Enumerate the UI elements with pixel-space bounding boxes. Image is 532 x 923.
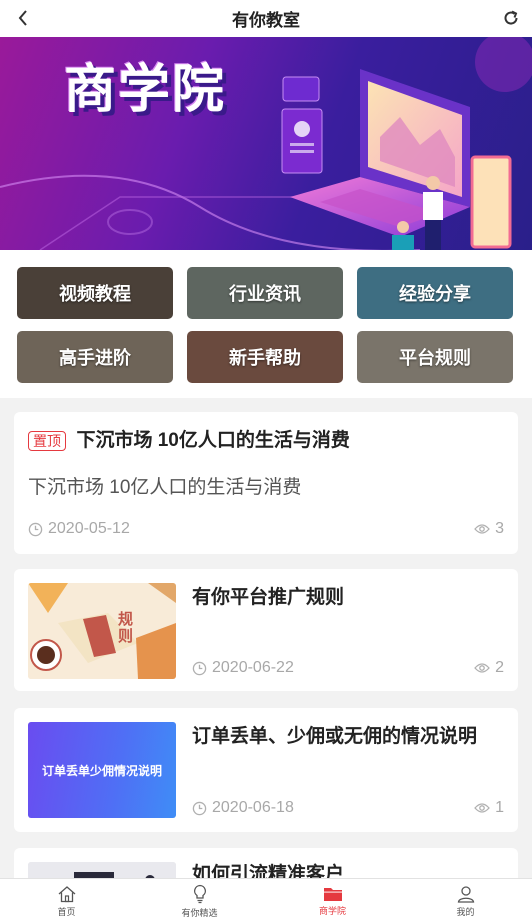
tab-business-school[interactable]: 商学院	[266, 879, 399, 923]
pinned-badge: 置顶	[28, 430, 66, 451]
eye-icon	[474, 524, 490, 534]
category-experience-sharing[interactable]: 经验分享	[357, 267, 513, 319]
article-summary: 下沉市场 10亿人口的生活与消费	[28, 477, 302, 498]
views-text: 1	[495, 799, 504, 816]
views-text: 2	[495, 659, 504, 676]
lightbulb-icon	[193, 884, 206, 903]
category-advanced[interactable]: 高手进阶	[17, 331, 173, 383]
article-title: 下沉市场 10亿人口的生活与消费	[76, 430, 350, 451]
views-text: 3	[495, 520, 504, 537]
article-thumbnail: 订单丢单少佣情况说明	[28, 722, 176, 818]
article-title: 订单丢单、少佣或无佣的情况说明	[192, 726, 478, 747]
bottom-tab-bar: 首页 有你精选 商学院 我的	[0, 878, 532, 923]
thumbnail-rules-illustration	[28, 583, 176, 679]
article-card[interactable]: 规则 有你平台推广规则 2020-06-22 2	[14, 569, 518, 691]
tab-label: 商学院	[318, 906, 346, 916]
date-text: 2020-05-12	[48, 520, 130, 537]
category-label: 经验分享	[399, 284, 471, 304]
article-title-row: 置顶 下沉市场 10亿人口的生活与消费	[28, 426, 508, 455]
tab-label: 首页	[57, 906, 76, 917]
tab-profile[interactable]: 我的	[399, 879, 532, 923]
banner-title: 商学院	[64, 60, 227, 120]
tab-label: 有你精选	[181, 907, 218, 918]
thumbnail-text: 规则	[118, 611, 134, 645]
tab-home[interactable]: 首页	[0, 879, 133, 923]
category-label: 平台规则	[399, 348, 471, 368]
clock-icon	[28, 522, 43, 536]
view-count: 3	[474, 520, 504, 538]
category-label: 视频教程	[59, 284, 131, 304]
top-nav-bar: 有你教室	[0, 0, 532, 37]
category-industry-news[interactable]: 行业资讯	[187, 267, 343, 319]
article-date: 2020-06-22	[192, 659, 294, 677]
article-date: 2020-06-18	[192, 799, 294, 817]
tab-featured[interactable]: 有你精选	[133, 879, 266, 923]
category-label: 行业资讯	[229, 284, 301, 304]
thumbnail-text: 订单丢单少佣情况说明	[41, 763, 162, 778]
category-beginner-help[interactable]: 新手帮助	[187, 331, 343, 383]
date-text: 2020-06-18	[212, 799, 294, 816]
view-count: 1	[474, 799, 504, 817]
article-title: 有你平台推广规则	[192, 587, 345, 608]
tab-label: 我的	[456, 906, 475, 917]
category-label: 高手进阶	[59, 348, 131, 368]
category-video-tutorials[interactable]: 视频教程	[17, 267, 173, 319]
refresh-icon	[504, 10, 518, 25]
back-button[interactable]	[10, 5, 36, 31]
clock-icon	[192, 801, 207, 815]
category-label: 新手帮助	[229, 348, 301, 368]
banner[interactable]: 商学院	[0, 37, 532, 250]
refresh-button[interactable]	[498, 5, 524, 31]
user-icon	[457, 885, 474, 903]
view-count: 2	[474, 659, 504, 677]
eye-icon	[474, 663, 490, 673]
article-card[interactable]: 置顶 下沉市场 10亿人口的生活与消费 下沉市场 10亿人口的生活与消费 202…	[14, 412, 518, 554]
date-text: 2020-06-22	[212, 659, 294, 676]
home-icon	[58, 885, 75, 902]
eye-icon	[474, 803, 490, 813]
article-date: 2020-05-12	[28, 520, 130, 538]
article-thumbnail: 规则	[28, 583, 176, 679]
category-grid: 视频教程 行业资讯 经验分享 高手进阶 新手帮助 平台规则	[0, 250, 532, 398]
clock-icon	[192, 661, 207, 675]
chevron-left-icon	[18, 10, 27, 26]
article-card[interactable]: 订单丢单少佣情况说明 订单丢单、少佣或无佣的情况说明 2020-06-18 1	[14, 708, 518, 832]
folder-icon	[323, 888, 342, 901]
page-title: 有你教室	[232, 11, 300, 30]
category-platform-rules[interactable]: 平台规则	[357, 331, 513, 383]
